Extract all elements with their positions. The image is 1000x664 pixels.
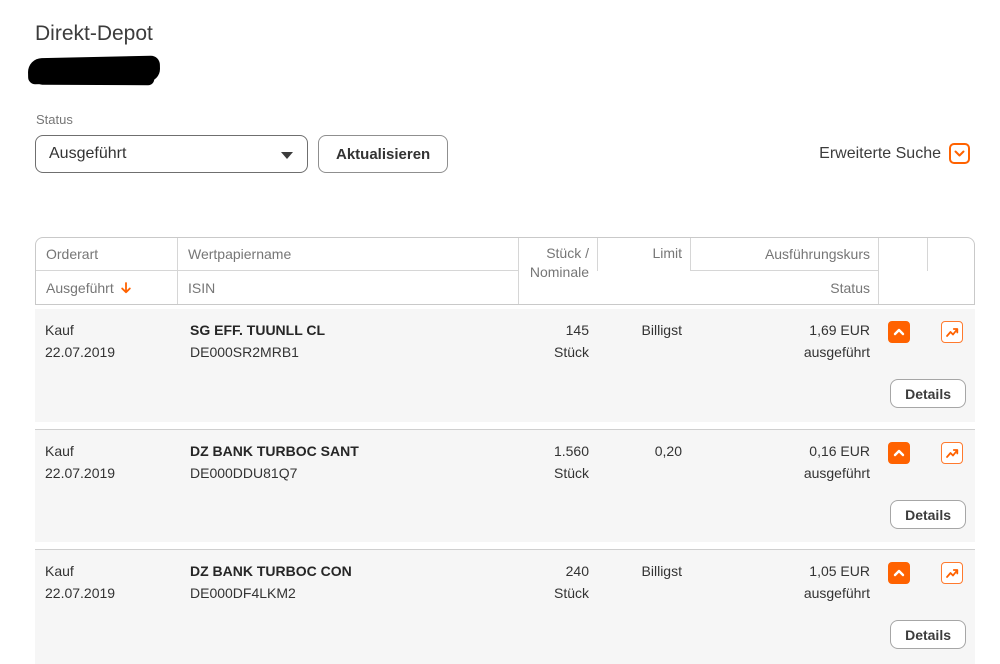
order-row-3: Kauf 22.07.2019 DZ BANK TURBOC CON DE000… [35, 549, 975, 664]
order-type-date-cell: Kauf 22.07.2019 [35, 560, 177, 664]
header-limit: Limit [598, 238, 691, 271]
chart-button[interactable] [941, 562, 963, 584]
security-cell: DZ BANK TURBOC SANT DE000DDU81Q7 [177, 440, 518, 542]
refresh-button[interactable]: Aktualisieren [318, 135, 448, 173]
details-button[interactable]: Details [890, 379, 966, 408]
status-filter-label: Status [36, 112, 73, 127]
security-isin: DE000DDU81Q7 [190, 462, 510, 484]
orders-table-header: Orderart Wertpapiername Stück /Nominale … [35, 237, 975, 305]
security-name: DZ BANK TURBOC SANT [190, 440, 510, 462]
quantity-cell: 1.560 Stück [518, 440, 597, 542]
limit-cell: Billigst [597, 319, 690, 422]
order-row-1: Kauf 22.07.2019 SG EFF. TUUNLL CL DE000S… [35, 309, 975, 422]
header-orderart: Orderart [36, 238, 178, 271]
redacted-account-info [28, 56, 161, 85]
details-button[interactable]: Details [890, 500, 966, 529]
header-collapse-column [879, 238, 928, 271]
header-isin: ISIN [178, 271, 519, 304]
price-status-cell: 1,69 EUR ausgeführt [690, 319, 878, 422]
details-button[interactable]: Details [890, 620, 966, 649]
collapse-row-button[interactable] [888, 442, 910, 464]
header-stueck-nominale: Stück /Nominale [519, 238, 598, 271]
quantity-cell: 145 Stück [518, 319, 597, 422]
trend-chart-icon [944, 324, 960, 340]
header-status: Status [691, 271, 879, 304]
advanced-search-label: Erweiterte Suche [819, 145, 941, 163]
security-isin: DE000DF4LKM2 [190, 582, 510, 604]
trend-chart-icon [944, 445, 960, 461]
order-row-2: Kauf 22.07.2019 DZ BANK TURBOC SANT DE00… [35, 429, 975, 542]
page-title: Direkt-Depot [35, 22, 153, 46]
status-dropdown-value: Ausgeführt [49, 145, 126, 163]
advanced-search: Erweiterte Suche [819, 143, 970, 164]
security-name: DZ BANK TURBOC CON [190, 560, 510, 582]
price-status-cell: 1,05 EUR ausgeführt [690, 560, 878, 664]
orders-table-body: Kauf 22.07.2019 SG EFF. TUUNLL CL DE000S… [35, 309, 975, 664]
limit-cell: Billigst [597, 560, 690, 664]
chevron-up-icon [892, 566, 906, 580]
sort-arrow-down-icon [119, 281, 133, 295]
quantity-cell: 240 Stück [518, 560, 597, 664]
chart-button[interactable] [941, 442, 963, 464]
orders-table: Orderart Wertpapiername Stück /Nominale … [35, 237, 975, 664]
dropdown-caret-icon [281, 152, 293, 159]
security-isin: DE000SR2MRB1 [190, 341, 510, 363]
trend-chart-icon [944, 565, 960, 581]
security-cell: SG EFF. TUUNLL CL DE000SR2MRB1 [177, 319, 518, 422]
collapse-row-button[interactable] [888, 562, 910, 584]
price-status-cell: 0,16 EUR ausgeführt [690, 440, 878, 542]
advanced-search-toggle-button[interactable] [949, 143, 970, 164]
chevron-down-icon [953, 147, 966, 160]
header-ausfuehrungskurs: Ausführungskurs [691, 238, 879, 271]
chevron-up-icon [892, 325, 906, 339]
chart-button[interactable] [941, 321, 963, 343]
order-type-date-cell: Kauf 22.07.2019 [35, 319, 177, 422]
security-cell: DZ BANK TURBOC CON DE000DF4LKM2 [177, 560, 518, 664]
header-chart-column [928, 238, 974, 271]
direkt-depot-page: Direkt-Depot Status Ausgeführt Aktualisi… [0, 0, 1000, 664]
status-dropdown[interactable]: Ausgeführt [35, 135, 308, 173]
collapse-row-button[interactable] [888, 321, 910, 343]
limit-cell: 0,20 [597, 440, 690, 542]
order-type-date-cell: Kauf 22.07.2019 [35, 440, 177, 542]
security-name: SG EFF. TUUNLL CL [190, 319, 510, 341]
header-wertpapiername: Wertpapiername [178, 238, 519, 271]
chevron-up-icon [892, 446, 906, 460]
header-sort-ausgefuehrt[interactable]: Ausgeführt [36, 271, 178, 304]
